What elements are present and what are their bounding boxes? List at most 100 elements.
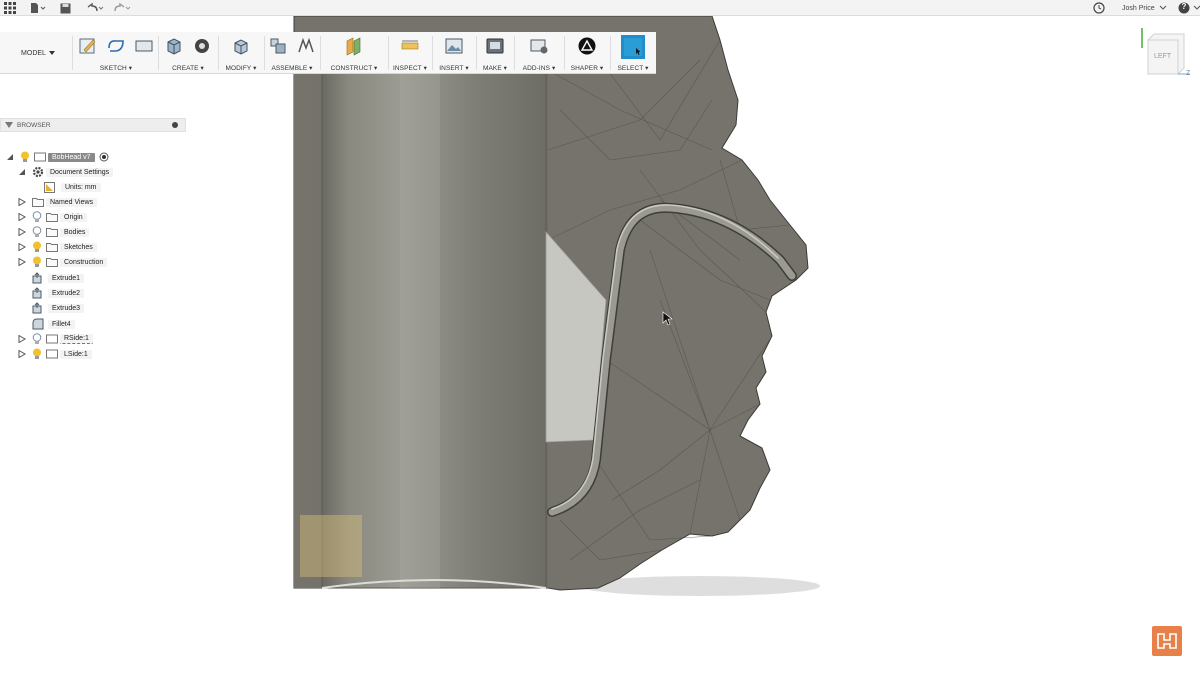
tree-label-origin: Origin [60,212,87,222]
select-group[interactable]: SELECT ▾ [612,32,654,74]
folder-icon [46,258,58,267]
line-icon[interactable] [105,35,127,57]
workspace-switcher[interactable]: MODEL [8,46,68,60]
browser-header[interactable]: BROWSER [0,118,186,132]
construct-group[interactable]: CONSTRUCT ▾ [322,32,386,74]
chevron-down-icon [1159,5,1167,10]
tree-item-construction[interactable]: Construction [18,255,108,269]
tree-item-extrude3[interactable]: Extrude3 [32,301,85,315]
collapsed-triangle-icon[interactable] [18,198,26,206]
add-ins-label: ADD-INS ▾ [522,65,556,72]
folder-icon [46,213,58,222]
cylinder-highlight [400,64,440,588]
lightbulb-icon[interactable] [32,348,42,360]
caret-down-icon: ▾ [307,65,313,72]
offset-plane-icon[interactable] [343,35,365,57]
create-sketch-icon[interactable] [77,35,99,57]
caret-down-icon: ▾ [550,65,556,72]
shaper-group[interactable]: SHAPER ▾ [566,32,608,74]
tree-root[interactable]: BobHead v7 [6,150,109,164]
assemble-label: ASSEMBLE ▾ [271,65,313,72]
revolve-icon[interactable] [191,35,213,57]
lightbulb-icon[interactable] [32,226,42,238]
save-icon[interactable] [60,1,71,15]
help-icon[interactable]: ? [1178,1,1200,15]
model-viewport[interactable] [0,0,1200,675]
file-icon[interactable] [30,1,46,15]
create-label: CREATE ▾ [172,65,204,72]
view-cube[interactable]: LEFT Z [1140,26,1192,82]
user-menu[interactable]: Josh Price [1122,1,1167,15]
activate-radio-icon[interactable] [99,152,109,162]
tree-item-document-settings[interactable]: Document Settings [18,165,114,179]
caret-down-icon: ▾ [501,65,508,72]
redo-icon[interactable] [112,1,132,15]
create-group[interactable]: CREATE ▾ [160,32,216,74]
assemble-group[interactable]: ASSEMBLE ▾ [266,32,318,74]
tree-label-sketches: Sketches [60,242,97,252]
tree-item-named-views[interactable]: Named Views [18,195,98,209]
chevron-down-icon [1193,5,1200,10]
lightbulb-icon[interactable] [32,256,42,268]
press-pull-icon[interactable] [230,35,252,57]
inspect-group[interactable]: INSPECT ▾ [390,32,430,74]
make-group[interactable]: MAKE ▾ [478,32,512,74]
insert-image-icon[interactable] [443,35,465,57]
tree-item-fillet4[interactable]: Fillet4 [32,317,75,331]
tree-label-extrude1: Extrude1 [48,273,85,283]
collapsed-triangle-icon[interactable] [18,335,26,343]
expanded-triangle-icon[interactable] [18,168,26,176]
grid-icon[interactable] [4,1,16,15]
tree-item-extrude2[interactable]: Extrude2 [32,286,85,300]
extrude-feature-icon [32,302,42,314]
tree-item-lside[interactable]: LSide:1 [18,347,92,361]
caret-down-icon: ▾ [463,65,469,72]
tree-item-units[interactable]: Units: mm [44,180,101,194]
workspace-label: MODEL [21,49,46,57]
extrude-icon[interactable] [163,35,185,57]
expanded-triangle-icon[interactable] [6,153,14,161]
lightbulb-icon[interactable] [32,241,42,253]
undo-icon[interactable] [86,1,104,15]
toolbar-divider [218,36,219,70]
pin-icon[interactable] [171,121,179,129]
select-icon[interactable] [621,35,645,59]
rectangle-icon[interactable] [133,35,155,57]
sketch-group[interactable]: SKETCH ▾ [76,32,156,74]
collapsed-triangle-icon[interactable] [18,243,26,251]
modify-group[interactable]: MODIFY ▾ [220,32,262,74]
tree-item-extrude1[interactable]: Extrude1 [32,271,85,285]
clock-icon[interactable] [1093,1,1105,15]
collapsed-triangle-icon[interactable] [18,258,26,266]
model-canvas[interactable] [0,0,1200,675]
toolbar-divider [610,36,611,70]
3d-print-icon[interactable] [484,35,506,57]
scripts-icon[interactable] [528,35,550,57]
tree-item-bodies[interactable]: Bodies [18,225,90,239]
folder-icon [32,198,44,207]
collapse-triangle-icon[interactable] [5,122,13,128]
tree-label-construction: Construction [60,257,108,267]
measure-icon[interactable] [399,35,421,57]
lightbulb-icon[interactable] [20,151,30,163]
collapsed-triangle-icon[interactable] [18,213,26,221]
modify-label: MODIFY ▾ [225,65,257,72]
toolbar-divider [158,36,159,70]
tree-item-sketches[interactable]: Sketches [18,240,97,254]
add-ins-group[interactable]: ADD-INS ▾ [516,32,562,74]
collapsed-triangle-icon[interactable] [18,350,26,358]
lightbulb-icon[interactable] [32,333,42,345]
tree-item-origin[interactable]: Origin [18,210,87,224]
help-label: ? [1181,2,1187,11]
collapsed-triangle-icon[interactable] [18,228,26,236]
tree-label-extrude2: Extrude2 [48,288,85,298]
tree-item-rside[interactable]: RSide:1 [18,332,93,346]
application-bar: Josh Price ? [0,0,1200,16]
shaper-icon[interactable] [576,35,598,57]
new-component-icon[interactable] [267,35,289,57]
lightbulb-icon[interactable] [32,211,42,223]
insert-group[interactable]: INSERT ▾ [434,32,474,74]
joint-icon[interactable] [295,35,317,57]
component-icon [46,334,58,344]
tree-label-lside: LSide:1 [60,349,92,359]
